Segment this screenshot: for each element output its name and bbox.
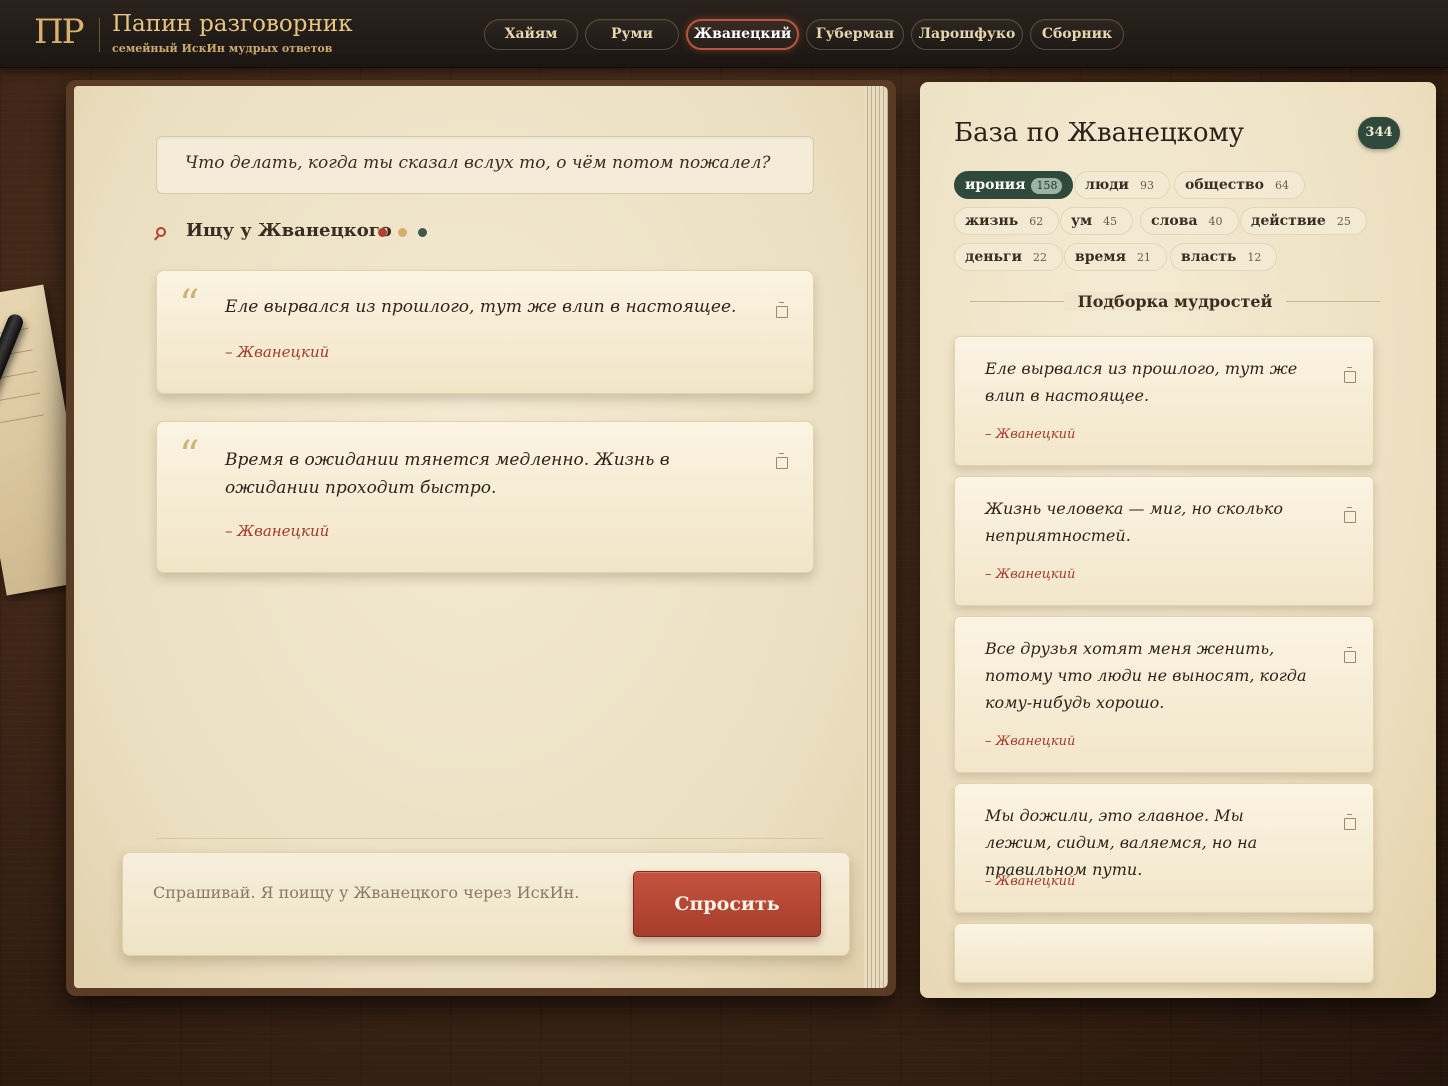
tab-zhvanetsky[interactable]: Жванецкий — [686, 19, 799, 50]
tag-count: 45 — [1103, 215, 1118, 228]
quote-card: Еле вырвался из прошлого, тут же влип в … — [954, 336, 1374, 466]
bookmark-icon[interactable] — [1344, 814, 1356, 830]
tab-guberman[interactable]: Губерман — [806, 19, 904, 50]
section-divider: Подборка мудростей — [970, 292, 1380, 312]
quote-text: Все друзья хотят меня женить, потому что… — [985, 639, 1307, 712]
tag-society[interactable]: общество 64 — [1174, 171, 1305, 199]
quote-author: – Жванецкий — [985, 567, 1076, 582]
input-divider — [156, 838, 824, 839]
quote-card — [954, 923, 1374, 983]
chat-book: Что делать, когда ты сказал вслух то, о … — [66, 80, 896, 996]
quote-text: Мы дожили, это главное. Мы лежим, сидим,… — [985, 806, 1258, 879]
tag-label: власть — [1181, 249, 1237, 265]
quotes-base-panel: База по Жванецкому 344 ирония 158 люди 93 … — [920, 82, 1436, 998]
tag-count: 158 — [1031, 178, 1063, 194]
quote-card: Мы дожили, это главное. Мы лежим, сидим,… — [954, 783, 1374, 913]
quote-text: Жизнь человека — миг, но сколько неприят… — [985, 499, 1283, 545]
bookmark-icon[interactable] — [776, 302, 788, 318]
tag-mind[interactable]: ум 45 — [1060, 207, 1134, 235]
logo-divider — [99, 18, 100, 52]
tag-time[interactable]: время 21 — [1064, 243, 1167, 271]
quote-mark-icon: “ — [179, 433, 200, 479]
tab-khayyam[interactable]: Хайям — [484, 19, 578, 50]
tag-count: 12 — [1247, 251, 1262, 264]
tag-count: 62 — [1029, 215, 1044, 228]
answer-text: Время в ожидании тянется медленно. Жизнь… — [225, 450, 670, 498]
tag-count: 25 — [1336, 215, 1351, 228]
answer-card: “ Время в ожидании тянется медленно. Жиз… — [156, 421, 814, 573]
tag-irony[interactable]: ирония 158 — [954, 171, 1074, 199]
bookmark-icon[interactable] — [1344, 367, 1356, 383]
app-subtitle: семейный ИскИн мудрых ответов — [112, 42, 333, 55]
tag-action[interactable]: действие 25 — [1240, 207, 1367, 235]
loading-dot-green — [418, 228, 427, 237]
tag-label: люди — [1085, 177, 1129, 193]
tag-count: 64 — [1275, 179, 1289, 192]
tag-power[interactable]: власть 12 — [1170, 243, 1278, 271]
ask-button[interactable]: Спросить — [633, 871, 821, 937]
loading-dot-gold — [398, 228, 407, 237]
panel-title: База по Жванецкому — [954, 118, 1245, 148]
bookmark-icon[interactable] — [1344, 647, 1356, 663]
top-bar: ПР Папин разговорник семейный ИскИн мудр… — [0, 0, 1448, 68]
book-page: Что делать, когда ты сказал вслух то, о … — [74, 86, 864, 988]
search-status-label: Ищу у Жванецкого — [186, 220, 392, 241]
tag-count: 21 — [1136, 251, 1151, 264]
question-input[interactable] — [153, 877, 613, 907]
loading-dot-red — [378, 228, 387, 237]
user-question: Что делать, когда ты сказал вслух то, о … — [156, 136, 814, 194]
section-title: Подборка мудростей — [1063, 292, 1287, 311]
bookmark-icon[interactable] — [776, 453, 788, 469]
ask-panel: Спросить — [122, 852, 850, 956]
tag-label: время — [1075, 249, 1126, 265]
tag-people[interactable]: люди 93 — [1074, 171, 1170, 199]
answer-card: “ Еле вырвался из прошлого, тут же влип … — [156, 270, 814, 394]
book-page-edges — [864, 86, 888, 988]
answer-author: – Жванецкий — [225, 343, 330, 361]
tag-label: деньги — [965, 249, 1022, 265]
answer-text: Еле вырвался из прошлого, тут же влип в … — [225, 297, 737, 317]
tag-label: ум — [1071, 213, 1093, 229]
tab-collection[interactable]: Сборник — [1030, 19, 1124, 50]
tag-label: действие — [1251, 213, 1326, 229]
quote-author: – Жванецкий — [985, 874, 1076, 889]
answer-author: – Жванецкий — [225, 522, 330, 540]
tag-life[interactable]: жизнь 62 — [954, 207, 1060, 235]
tag-words[interactable]: слова 40 — [1140, 207, 1239, 235]
quote-card: Все друзья хотят меня женить, потому что… — [954, 616, 1374, 773]
logo[interactable]: ПР — [34, 12, 85, 52]
quote-text: Еле вырвался из прошлого, тут же влип в … — [985, 359, 1298, 405]
tag-count: 40 — [1208, 215, 1223, 228]
bookmark-icon[interactable] — [1344, 507, 1356, 523]
search-icon — [156, 227, 166, 237]
tag-label: ирония — [965, 177, 1026, 193]
quote-author: – Жванецкий — [985, 427, 1076, 442]
tab-larochefoucauld[interactable]: Ларошфуко — [911, 19, 1023, 50]
tag-label: жизнь — [965, 213, 1019, 229]
tag-label: общество — [1185, 177, 1264, 193]
tag-count: 22 — [1032, 251, 1047, 264]
app-title: Папин разговорник — [112, 11, 353, 37]
quote-card: Жизнь человека — миг, но сколько неприят… — [954, 476, 1374, 606]
tag-count: 93 — [1139, 179, 1154, 192]
tab-rumi[interactable]: Руми — [585, 19, 679, 50]
quote-mark-icon: “ — [179, 282, 200, 328]
quote-author: – Жванецкий — [985, 734, 1076, 749]
tag-label: слова — [1151, 213, 1198, 229]
total-count-badge: 344 — [1358, 117, 1400, 149]
tag-money[interactable]: деньги 22 — [954, 243, 1063, 271]
